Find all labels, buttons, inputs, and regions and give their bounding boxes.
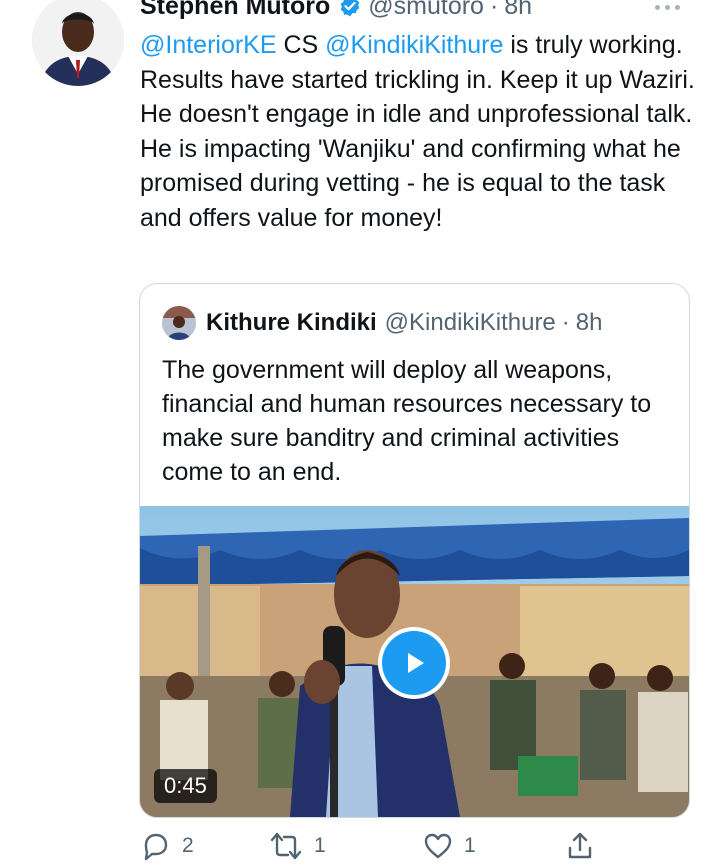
mention-link[interactable]: @InteriorKE (140, 31, 277, 59)
video-duration: 0:45 (154, 769, 217, 803)
quoted-author-handle[interactable]: @KindikiKithure (385, 309, 556, 337)
video-media[interactable]: 0:45 (140, 506, 689, 817)
quoted-tweet-time[interactable]: 8h (576, 309, 603, 337)
tweet-text-part: is truly working. Results have started t… (140, 31, 695, 232)
tweet-actions: 2 1 1 (140, 830, 700, 866)
tweet-time[interactable]: 8h (504, 0, 532, 21)
play-button[interactable] (378, 627, 450, 699)
retweet-icon (268, 830, 304, 862)
verified-badge-icon (338, 0, 362, 18)
like-action[interactable]: 1 (422, 830, 476, 862)
retweet-action[interactable]: 1 (268, 830, 326, 862)
separator-dot: · (561, 309, 570, 336)
quoted-tweet-header: Kithure Kindiki @KindikiKithure · 8h (162, 306, 602, 340)
reply-action[interactable]: 2 (140, 830, 194, 862)
quoted-author-name[interactable]: Kithure Kindiki (206, 309, 377, 337)
quoted-tweet[interactable]: Kithure Kindiki @KindikiKithure · 8h The… (139, 283, 690, 818)
mention-link[interactable]: @KindikiKithure (325, 31, 503, 59)
quoted-author-avatar[interactable] (162, 306, 196, 340)
like-count: 1 (464, 834, 476, 857)
author-name[interactable]: Stephen Mutoro (140, 0, 330, 21)
heart-icon (422, 830, 454, 862)
separator-dot: · (489, 0, 499, 20)
retweet-count: 1 (314, 834, 326, 857)
share-action[interactable] (564, 830, 596, 862)
share-icon (564, 830, 596, 862)
author-handle[interactable]: @smutoro (368, 0, 484, 21)
more-options-icon[interactable] (655, 0, 689, 14)
tweet-text: @InteriorKE CS @KindikiKithure is truly … (140, 28, 700, 235)
play-icon (382, 631, 446, 695)
quoted-tweet-text: The government will deploy all weapons, … (162, 356, 652, 486)
tweet-text-part: CS (276, 31, 326, 59)
reply-icon (140, 830, 172, 862)
reply-count: 2 (182, 834, 194, 857)
tweet-header: Stephen Mutoro @smutoro · 8h (140, 0, 532, 24)
author-avatar[interactable] (32, 0, 124, 86)
